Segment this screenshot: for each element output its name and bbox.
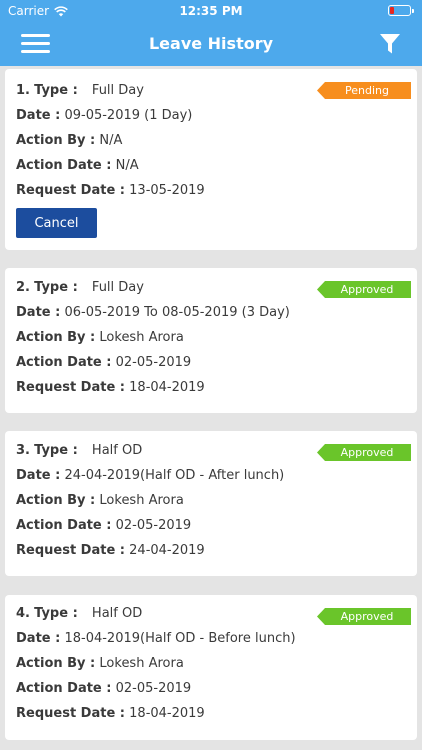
- action-date-value: 02-05-2019: [115, 355, 192, 370]
- date-label: Date :: [16, 631, 61, 646]
- request-date-value: 18-04-2019: [129, 380, 205, 395]
- status-badge: Approved: [317, 444, 411, 461]
- type-value: Full Day: [91, 83, 144, 98]
- item-index: 1.: [16, 83, 30, 98]
- action-date-value: 02-05-2019: [115, 518, 192, 533]
- action-by-value: Lokesh Arora: [99, 330, 184, 345]
- action-by-label: Action By :: [16, 656, 96, 671]
- status-bar: Carrier 12:35 PM: [0, 0, 422, 22]
- type-value: Full Day: [91, 280, 144, 295]
- type-label: Type :: [34, 280, 78, 295]
- action-date-row: Action Date : 02-05-2019: [16, 681, 191, 696]
- leave-history-list[interactable]: Pending 1. Type : Full Day Date : 09-05-…: [0, 66, 422, 750]
- request-date-value: 24-04-2019: [129, 543, 205, 558]
- action-date-row: Action Date : 02-05-2019: [16, 355, 191, 370]
- type-label: Type :: [34, 606, 78, 621]
- type-row: 1. Type : Full Day: [16, 83, 144, 98]
- action-by-row: Action By : Lokesh Arora: [16, 330, 184, 345]
- leave-card: Approved 3. Type : Half OD Date : 24-04-…: [5, 431, 417, 576]
- type-value: Half OD: [91, 443, 143, 458]
- filter-icon[interactable]: [380, 34, 400, 54]
- battery-icon: [388, 5, 414, 16]
- action-by-value: Lokesh Arora: [99, 493, 184, 508]
- request-date-row: Request Date : 18-04-2019: [16, 706, 205, 721]
- date-row: Date : 24-04-2019(Half OD - After lunch): [16, 468, 284, 483]
- request-date-label: Request Date :: [16, 543, 126, 558]
- date-row: Date : 18-04-2019(Half OD - Before lunch…: [16, 631, 296, 646]
- cancel-button[interactable]: Cancel: [16, 208, 97, 238]
- date-label: Date :: [16, 468, 61, 483]
- request-date-row: Request Date : 13-05-2019: [16, 183, 205, 198]
- request-date-label: Request Date :: [16, 183, 126, 198]
- action-by-label: Action By :: [16, 330, 96, 345]
- request-date-value: 18-04-2019: [129, 706, 205, 721]
- date-label: Date :: [16, 108, 61, 123]
- action-date-label: Action Date :: [16, 681, 112, 696]
- leave-card: Approved 4. Type : Half OD Date : 18-04-…: [5, 595, 417, 740]
- item-index: 4.: [16, 606, 30, 621]
- leave-card: Pending 1. Type : Full Day Date : 09-05-…: [5, 69, 417, 250]
- action-date-label: Action Date :: [16, 158, 112, 173]
- item-index: 2.: [16, 280, 30, 295]
- request-date-row: Request Date : 24-04-2019: [16, 543, 205, 558]
- type-row: 4. Type : Half OD: [16, 606, 142, 621]
- date-value: 18-04-2019(Half OD - Before lunch): [64, 631, 296, 646]
- action-date-row: Action Date : 02-05-2019: [16, 518, 191, 533]
- action-date-value: N/A: [115, 158, 139, 173]
- type-row: 2. Type : Full Day: [16, 280, 144, 295]
- action-by-value: Lokesh Arora: [99, 656, 184, 671]
- date-row: Date : 06-05-2019 To 08-05-2019 (3 Day): [16, 305, 290, 320]
- type-row: 3. Type : Half OD: [16, 443, 142, 458]
- status-time: 12:35 PM: [179, 4, 243, 18]
- status-badge: Approved: [317, 608, 411, 625]
- action-by-row: Action By : Lokesh Arora: [16, 656, 184, 671]
- type-label: Type :: [34, 443, 78, 458]
- action-by-row: Action By : Lokesh Arora: [16, 493, 184, 508]
- leave-card: Approved 2. Type : Full Day Date : 06-05…: [5, 268, 417, 413]
- date-value: 09-05-2019 (1 Day): [64, 108, 193, 123]
- action-by-value: N/A: [99, 133, 123, 148]
- action-date-label: Action Date :: [16, 355, 112, 370]
- action-date-row: Action Date : N/A: [16, 158, 139, 173]
- date-value: 06-05-2019 To 08-05-2019 (3 Day): [64, 305, 290, 320]
- action-by-row: Action By : N/A: [16, 133, 122, 148]
- request-date-label: Request Date :: [16, 706, 126, 721]
- type-value: Half OD: [91, 606, 143, 621]
- action-by-label: Action By :: [16, 133, 96, 148]
- date-value: 24-04-2019(Half OD - After lunch): [64, 468, 285, 483]
- status-badge: Pending: [317, 82, 411, 99]
- request-date-row: Request Date : 18-04-2019: [16, 380, 205, 395]
- request-date-label: Request Date :: [16, 380, 126, 395]
- status-badge: Approved: [317, 281, 411, 298]
- date-row: Date : 09-05-2019 (1 Day): [16, 108, 192, 123]
- action-by-label: Action By :: [16, 493, 96, 508]
- page-title: Leave History: [148, 34, 274, 53]
- item-index: 3.: [16, 443, 30, 458]
- nav-bar: Leave History: [0, 22, 422, 66]
- type-label: Type :: [34, 83, 78, 98]
- request-date-value: 13-05-2019: [129, 183, 205, 198]
- action-date-label: Action Date :: [16, 518, 112, 533]
- date-label: Date :: [16, 305, 61, 320]
- action-date-value: 02-05-2019: [115, 681, 192, 696]
